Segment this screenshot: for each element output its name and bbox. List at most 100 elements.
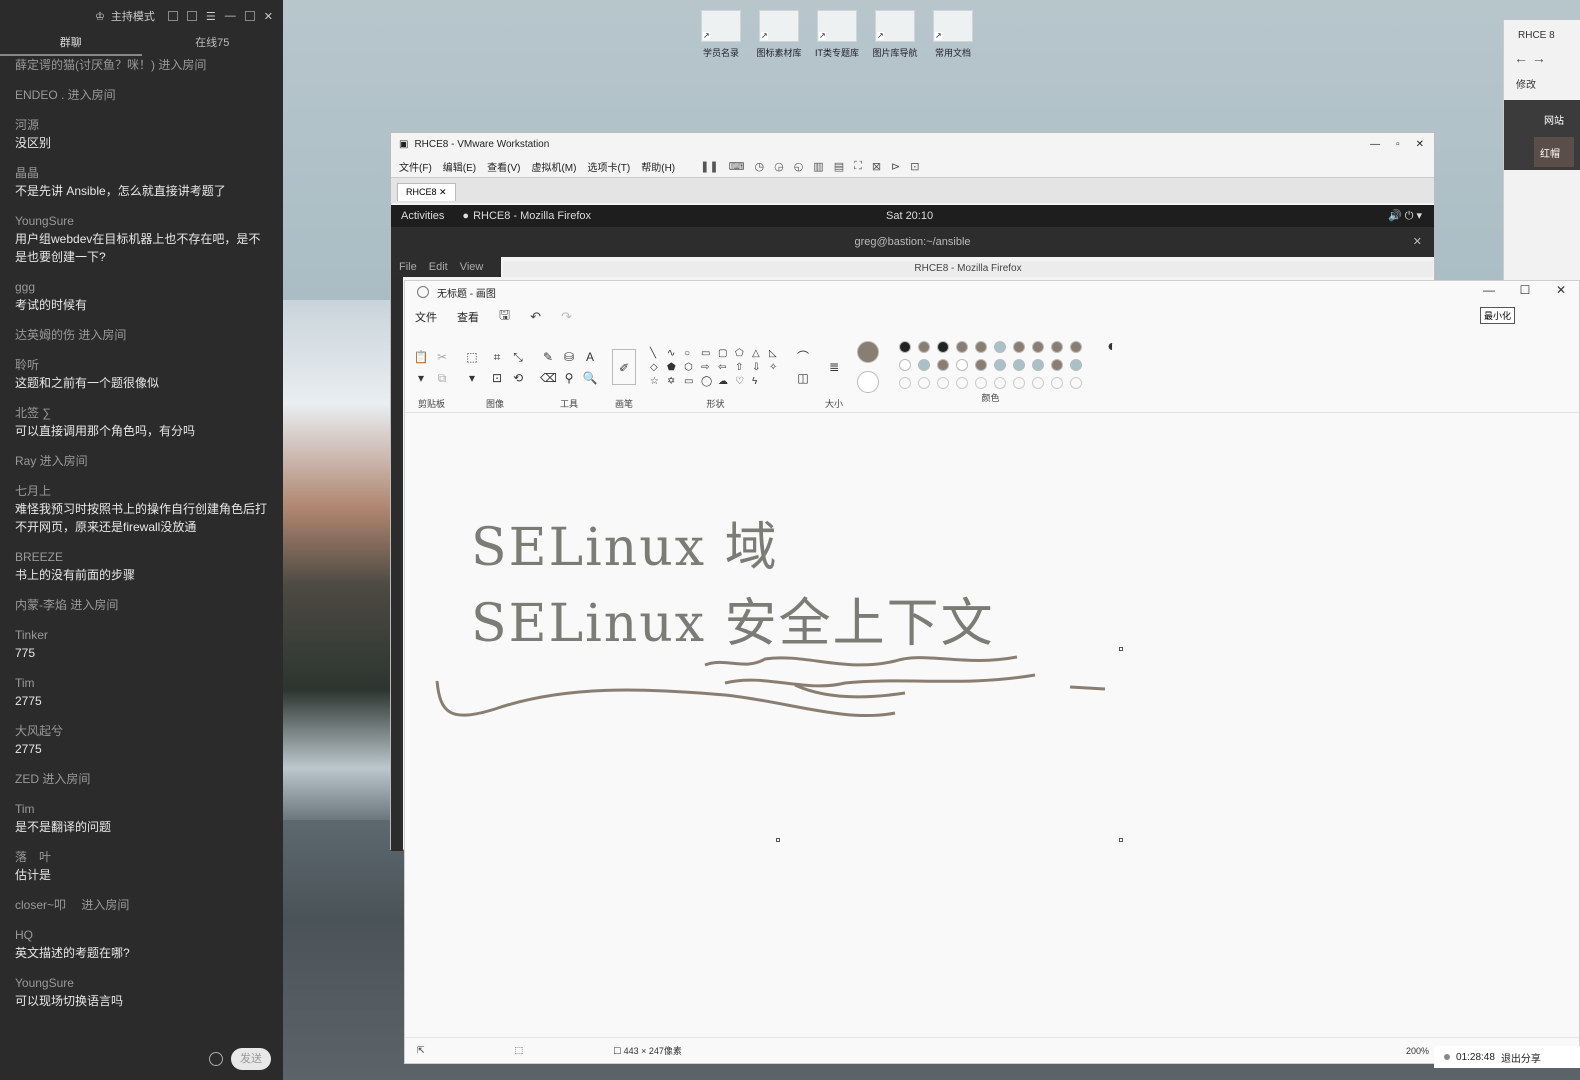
image-select-icon[interactable]: ⊡ <box>489 370 505 386</box>
color-picker-icon[interactable]: ⚲ <box>561 370 577 386</box>
maximize-icon[interactable]: ☐ <box>1507 281 1543 299</box>
curve-shape-icon[interactable]: ∿ <box>667 348 679 359</box>
tab-group-chat[interactable]: 群聊 <box>0 32 142 56</box>
palette-swatch[interactable] <box>994 359 1007 371</box>
emoji-icon[interactable] <box>209 1052 223 1066</box>
custom-color-slot[interactable] <box>937 377 950 389</box>
pencil-icon[interactable]: ✎ <box>540 349 556 365</box>
close-icon[interactable]: ✕ <box>1413 227 1422 257</box>
maximize-icon[interactable]: ▫ <box>1396 139 1400 150</box>
active-app-label[interactable]: RHCE8 - Mozilla Firefox <box>473 210 591 222</box>
settings-icon[interactable] <box>167 11 178 21</box>
edit-colors-icon[interactable]: ◐ <box>1104 339 1120 355</box>
resize-handle[interactable] <box>1119 647 1123 651</box>
resize-handle[interactable] <box>776 838 780 842</box>
palette-swatch[interactable] <box>1070 359 1083 371</box>
palette-swatch[interactable] <box>918 341 931 353</box>
message-author[interactable]: 晶晶 <box>15 164 268 182</box>
bookmark-item[interactable]: 修改 <box>1504 76 1580 96</box>
menu-icon[interactable]: ☰ <box>206 10 216 23</box>
palette-swatch[interactable] <box>975 359 988 371</box>
message-author[interactable]: 聆听 <box>15 356 268 374</box>
callout-oval-shape-icon[interactable]: ◯ <box>701 376 713 387</box>
close-icon[interactable]: ✕ <box>264 10 273 23</box>
palette-swatch[interactable] <box>1032 359 1045 371</box>
menu-file[interactable]: File <box>399 261 417 273</box>
close-icon[interactable]: ✕ <box>1416 139 1424 150</box>
host-mode[interactable]: ♔ 主持模式 <box>95 8 155 24</box>
custom-color-slot[interactable] <box>1070 377 1083 389</box>
line-width-icon[interactable]: ≣ <box>826 359 842 375</box>
menu-edit[interactable]: 编辑(E) <box>443 159 476 174</box>
vm-tab[interactable]: RHCE8 ✕ <box>397 183 456 201</box>
site-button[interactable]: 红帽 <box>1534 137 1574 167</box>
system-menu[interactable]: 🔊 ⏻ ▾ <box>1388 209 1422 223</box>
view-options-icon[interactable]: ⊡ <box>910 160 919 173</box>
arrow-down-shape-icon[interactable]: ⇩ <box>752 362 764 373</box>
polygon-shape-icon[interactable]: ⬠ <box>735 348 747 359</box>
line-shape-icon[interactable]: ╲ <box>650 348 662 359</box>
select-icon[interactable]: ⬚ <box>464 349 480 365</box>
hexagon-shape-icon[interactable]: ⬡ <box>684 362 696 373</box>
palette-swatch[interactable] <box>1051 359 1064 371</box>
rounded-rect-shape-icon[interactable]: ▢ <box>718 348 730 359</box>
heart-shape-icon[interactable]: ♡ <box>735 376 747 387</box>
gnome-clock[interactable]: Sat 20:10 <box>886 210 933 222</box>
close-icon[interactable]: ✕ <box>1543 281 1579 299</box>
snapshot-icon[interactable]: ◷ <box>754 160 764 173</box>
eraser-icon[interactable]: ⌫ <box>540 370 557 386</box>
palette-swatch[interactable] <box>956 359 969 371</box>
palette-swatch[interactable] <box>899 359 912 371</box>
rectangle-shape-icon[interactable]: ▭ <box>701 348 713 359</box>
message-author[interactable]: HQ <box>15 926 268 944</box>
undo-icon[interactable]: ↶ <box>530 309 541 325</box>
forward-arrow-icon[interactable]: → <box>1532 50 1546 66</box>
lightning-shape-icon[interactable]: ϟ <box>752 376 764 387</box>
browser-tab-title[interactable]: RHCE 8 <box>1504 20 1580 50</box>
resize-handle[interactable] <box>1119 838 1123 842</box>
message-author[interactable]: YoungSure <box>15 974 268 992</box>
palette-swatch[interactable] <box>1070 341 1083 353</box>
message-author[interactable]: ggg <box>15 278 268 296</box>
star4-shape-icon[interactable]: ✧ <box>769 362 781 373</box>
tab-online[interactable]: 在线75 <box>142 32 284 56</box>
paint-canvas[interactable]: SELinux 域 SELinux 安全上下文 <box>405 443 1579 1039</box>
desktop-icon[interactable]: IT类专题库 <box>811 10 863 59</box>
palette-swatch[interactable] <box>975 341 988 353</box>
view-thumbnail-icon[interactable]: ▤ <box>834 160 844 173</box>
console-icon[interactable]: ⊳ <box>891 160 900 173</box>
diamond-shape-icon[interactable]: ◇ <box>650 362 662 373</box>
oval-shape-icon[interactable]: ○ <box>684 348 696 359</box>
custom-color-slot[interactable] <box>1051 377 1064 389</box>
stop-share-button[interactable]: 退出分享 <box>1501 1050 1541 1065</box>
menu-view[interactable]: View <box>460 261 484 273</box>
maximize-icon[interactable] <box>244 11 255 21</box>
callout-rect-shape-icon[interactable]: ▭ <box>684 376 696 387</box>
magnifier-icon[interactable]: 🔍 <box>582 370 598 386</box>
palette-swatch[interactable] <box>1051 341 1064 353</box>
desktop-icon[interactable]: 图标素材库 <box>753 10 805 59</box>
palette-swatch[interactable] <box>937 341 950 353</box>
message-author[interactable]: BREEZE <box>15 548 268 566</box>
menu-vm[interactable]: 虚拟机(M) <box>531 159 576 174</box>
menu-tabs[interactable]: 选项卡(T) <box>587 159 630 174</box>
message-author[interactable]: 北签 ∑ <box>15 404 268 422</box>
pentagon-shape-icon[interactable]: ⬟ <box>667 362 679 373</box>
desktop-icon[interactable]: 图片库导航 <box>869 10 921 59</box>
message-author[interactable]: 落 叶 <box>15 848 268 866</box>
snapshot-manager-icon[interactable]: ◵ <box>794 160 804 173</box>
palette-swatch[interactable] <box>918 359 931 371</box>
callout-cloud-shape-icon[interactable]: ☁ <box>718 376 730 387</box>
arrow-left-shape-icon[interactable]: ⇦ <box>718 362 730 373</box>
activities-button[interactable]: Activities <box>401 210 444 222</box>
arrow-right-shape-icon[interactable]: ⇨ <box>701 362 713 373</box>
palette-swatch[interactable] <box>1013 359 1026 371</box>
menu-view[interactable]: 查看(V) <box>487 159 520 174</box>
right-triangle-shape-icon[interactable]: ◺ <box>769 348 781 359</box>
custom-color-slot[interactable] <box>956 377 969 389</box>
menu-edit[interactable]: Edit <box>429 261 448 273</box>
menu-file[interactable]: 文件(F) <box>399 159 432 174</box>
zoom-level[interactable]: 200% <box>1406 1046 1429 1056</box>
desktop-icon[interactable]: 学员名录 <box>695 10 747 59</box>
brush-icon[interactable]: ✐ <box>612 349 636 385</box>
